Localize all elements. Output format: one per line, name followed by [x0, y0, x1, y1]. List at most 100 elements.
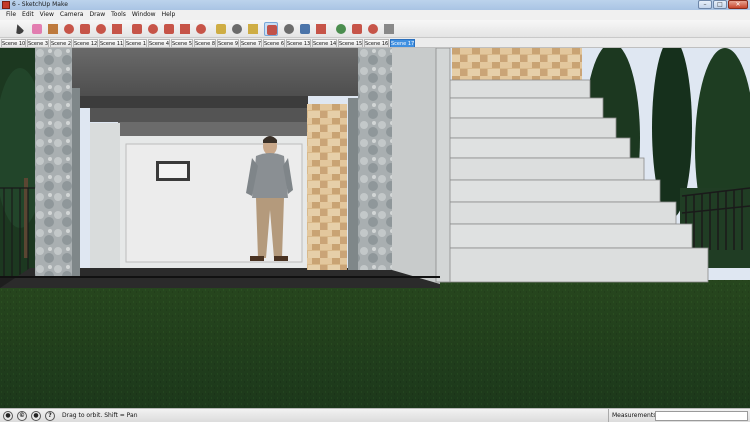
stair-side-wall: [392, 48, 440, 284]
scene-tab[interactable]: Scene 6: [263, 39, 285, 47]
arc-icon: [112, 24, 122, 34]
walk-icon: [284, 24, 294, 34]
eraser-icon: [32, 24, 42, 34]
tape-measure-tool-button[interactable]: [214, 22, 228, 36]
rotate-icon: [180, 24, 190, 34]
scene-tab[interactable]: Scene 16: [364, 39, 389, 47]
scale-icon: [196, 24, 206, 34]
inner-wall-left: [90, 123, 120, 268]
scene-tab[interactable]: Scene 10: [1, 39, 26, 47]
stone-column: [307, 104, 347, 270]
text-icon: [232, 24, 242, 34]
menu-camera[interactable]: Camera: [57, 10, 87, 20]
polygon-tool-button[interactable]: [94, 22, 108, 36]
zoom-tool-button[interactable]: [298, 22, 312, 36]
menu-tools[interactable]: Tools: [108, 10, 129, 20]
arrow-icon: [12, 22, 26, 36]
warehouse-tool-button[interactable]: [334, 22, 348, 36]
scene-tab[interactable]: Scene 5: [171, 39, 193, 47]
scene-tab[interactable]: Scene 7: [240, 39, 262, 47]
status-bar: ● © ● ? Drag to orbit. Shift = Pan Measu…: [0, 408, 750, 422]
scene-tabs: Scene 10 Scene 3 Scene 2 Scene 12 Scene 11 Sc…: [0, 38, 750, 48]
scene-render[interactable]: [0, 48, 750, 408]
orbit-icon: [267, 25, 277, 35]
minimize-button[interactable]: –: [698, 0, 712, 9]
get-models-icon: [384, 24, 394, 34]
paint-bucket-tool-button[interactable]: [246, 22, 260, 36]
menu-file[interactable]: File: [3, 10, 19, 20]
scene-tab[interactable]: Scene 11: [99, 39, 124, 47]
window-title: 6 - SketchUp Make: [12, 1, 68, 8]
ceiling-beam: [78, 96, 308, 108]
rotate-tool-button[interactable]: [178, 22, 192, 36]
ceiling: [70, 48, 360, 96]
move-icon: [164, 24, 174, 34]
zoom-extents-tool-button[interactable]: [314, 22, 328, 36]
walk-tool-button[interactable]: [282, 22, 296, 36]
menu-edit[interactable]: Edit: [19, 10, 37, 20]
measurements-label: Measurements: [608, 409, 656, 422]
scene-tab[interactable]: Scene 4: [148, 39, 170, 47]
app-icon: [2, 1, 10, 9]
get-models-tool-button[interactable]: [382, 22, 396, 36]
scene-tab[interactable]: Scene 3: [27, 39, 49, 47]
menu-view[interactable]: View: [37, 10, 57, 20]
components-icon: [352, 24, 362, 34]
warehouse-icon: [336, 24, 346, 34]
tape-measure-icon: [216, 24, 226, 34]
scene-tab[interactable]: Scene 12: [73, 39, 98, 47]
geo-location-icon[interactable]: ●: [3, 411, 13, 421]
measurements-input[interactable]: [655, 411, 748, 421]
scene-tab[interactable]: Scene 13: [286, 39, 311, 47]
polygon-icon: [96, 24, 106, 34]
rectangle-tool-button[interactable]: [62, 22, 76, 36]
scene-tab[interactable]: Scene 9: [217, 39, 239, 47]
zoom-extents-icon: [316, 24, 326, 34]
scene-tab[interactable]: Scene 15: [338, 39, 363, 47]
upper-stone-wall: [452, 48, 582, 80]
status-hint: Drag to orbit. Shift = Pan: [62, 412, 138, 419]
window-controls: – □ ✕: [698, 0, 748, 10]
circle-icon: [80, 24, 90, 34]
user-icon[interactable]: ●: [31, 411, 41, 421]
extensions-tool-button[interactable]: [366, 22, 380, 36]
push-pull-icon: [132, 24, 142, 34]
help-icon[interactable]: ?: [45, 411, 55, 421]
scene-tab[interactable]: Scene 17: [390, 39, 415, 47]
push-pull-tool-button[interactable]: [130, 22, 144, 36]
main-toolbar: [0, 20, 750, 38]
scene-tab[interactable]: Scene 2: [50, 39, 72, 47]
scene-tab[interactable]: Scene 14: [312, 39, 337, 47]
scale-tool-button[interactable]: [194, 22, 208, 36]
close-button[interactable]: ✕: [728, 0, 748, 9]
drawing-viewport[interactable]: [0, 48, 750, 408]
title-bar: 6 - SketchUp Make – □ ✕: [0, 0, 750, 10]
eraser-tool-button[interactable]: [30, 22, 44, 36]
text-tool-button[interactable]: [230, 22, 244, 36]
extensions-icon: [368, 24, 378, 34]
sketchup-window: 6 - SketchUp Make – □ ✕ File Edit View C…: [0, 0, 750, 422]
pencil-icon: [48, 24, 58, 34]
move-tool-button[interactable]: [162, 22, 176, 36]
scene-tab[interactable]: Scene 1: [125, 39, 147, 47]
paint-bucket-icon: [248, 24, 258, 34]
menu-draw[interactable]: Draw: [86, 10, 108, 20]
orbit-tool-button[interactable]: [264, 22, 278, 36]
arc-tool-button[interactable]: [110, 22, 124, 36]
scene-tab[interactable]: Scene 8: [194, 39, 216, 47]
credits-icon[interactable]: ©: [17, 411, 27, 421]
menu-window[interactable]: Window: [129, 10, 159, 20]
circle-tool-button[interactable]: [78, 22, 92, 36]
menu-help[interactable]: Help: [159, 10, 179, 20]
zoom-icon: [300, 24, 310, 34]
follow-me-tool-button[interactable]: [146, 22, 160, 36]
pillar-left: [35, 48, 72, 278]
pencil-tool-button[interactable]: [46, 22, 60, 36]
rectangle-icon: [64, 24, 74, 34]
menu-bar: File Edit View Camera Draw Tools Window …: [0, 10, 750, 20]
select-tool-button[interactable]: [12, 22, 26, 36]
pillar-right: [358, 48, 392, 270]
follow-me-icon: [148, 24, 158, 34]
maximize-button[interactable]: □: [713, 0, 727, 9]
components-tool-button[interactable]: [350, 22, 364, 36]
